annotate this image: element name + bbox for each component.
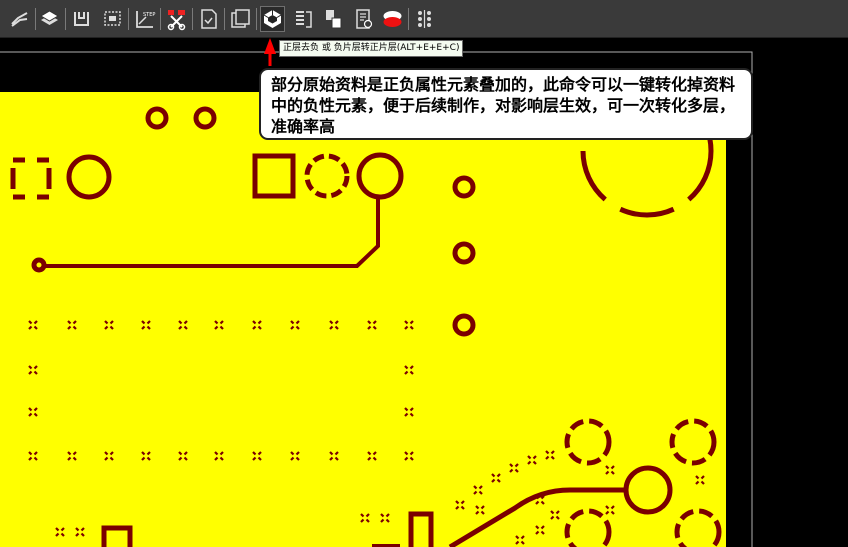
toolbar-separator (65, 8, 66, 30)
tooltip-hint: 正层去负 或 负片层转正片层(ALT+E+E+C) (279, 40, 464, 57)
toolbar-separator (224, 8, 225, 30)
negative-to-positive-icon[interactable] (260, 6, 285, 32)
toolbar-separator (408, 8, 409, 30)
tooltip-callout: 部分原始资料是正负属性元素叠加的，此命令可以一键转化掉资料中的负性元素，便于后续… (259, 68, 753, 140)
step-label: STEP (143, 12, 155, 18)
trace-end (31, 257, 47, 273)
layers-icon[interactable] (38, 7, 61, 31)
outline-icon[interactable] (70, 7, 93, 31)
cut-icon[interactable] (165, 7, 188, 31)
layer-list-icon[interactable] (292, 7, 315, 31)
file-convert-icon[interactable] (197, 7, 220, 31)
toolbar-separator (256, 8, 257, 30)
document-check-icon[interactable] (352, 7, 375, 31)
red-ellipse-icon[interactable] (381, 7, 404, 31)
toolbar-separator (35, 8, 36, 30)
copy-panel-icon[interactable] (229, 7, 252, 31)
pins-icon[interactable] (413, 7, 436, 31)
route-icon[interactable] (8, 7, 31, 31)
toolbar: STEP (0, 0, 848, 38)
toolbar-separator (160, 8, 161, 30)
select-box-icon[interactable] (101, 7, 124, 31)
step-icon[interactable]: STEP (133, 7, 156, 31)
layer-merge-icon[interactable] (322, 7, 345, 31)
toolbar-separator (128, 8, 129, 30)
toolbar-separator (192, 8, 193, 30)
